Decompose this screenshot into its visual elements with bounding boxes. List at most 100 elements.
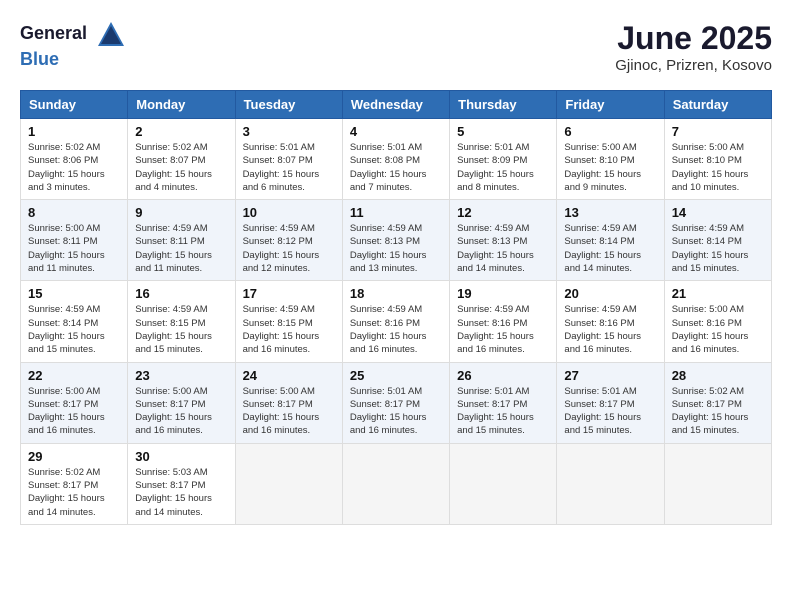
col-thursday: Thursday xyxy=(450,91,557,119)
day-number: 4 xyxy=(350,124,442,139)
logo-text: General Blue xyxy=(20,20,126,70)
calendar-subtitle: Gjinoc, Prizren, Kosovo xyxy=(615,57,772,74)
table-row: 26 Sunrise: 5:01 AMSunset: 8:17 PMDayligh… xyxy=(450,362,557,443)
day-number: 24 xyxy=(243,368,335,383)
day-number: 13 xyxy=(564,205,656,220)
table-row: 4 Sunrise: 5:01 AMSunset: 8:08 PMDaylight… xyxy=(342,119,449,200)
page-header: General Blue June 2025 Gjinoc, Prizren, … xyxy=(20,20,772,74)
col-sunday: Sunday xyxy=(21,91,128,119)
table-row: 20 Sunrise: 4:59 AMSunset: 8:16 PMDayligh… xyxy=(557,281,664,362)
table-row: 30 Sunrise: 5:03 AMSunset: 8:17 PMDayligh… xyxy=(128,443,235,524)
table-row: 2 Sunrise: 5:02 AMSunset: 8:07 PMDaylight… xyxy=(128,119,235,200)
day-info: Sunrise: 5:03 AMSunset: 8:17 PMDaylight:… xyxy=(135,466,227,519)
table-row xyxy=(557,443,664,524)
calendar-table: Sunday Monday Tuesday Wednesday Thursday… xyxy=(20,90,772,525)
day-info: Sunrise: 4:59 AMSunset: 8:14 PMDaylight:… xyxy=(564,222,656,275)
table-row: 9 Sunrise: 4:59 AMSunset: 8:11 PMDaylight… xyxy=(128,200,235,281)
calendar-week-row: 1 Sunrise: 5:02 AMSunset: 8:06 PMDaylight… xyxy=(21,119,772,200)
table-row: 24 Sunrise: 5:00 AMSunset: 8:17 PMDayligh… xyxy=(235,362,342,443)
logo: General Blue xyxy=(20,20,126,70)
day-number: 3 xyxy=(243,124,335,139)
day-number: 11 xyxy=(350,205,442,220)
table-row: 5 Sunrise: 5:01 AMSunset: 8:09 PMDaylight… xyxy=(450,119,557,200)
day-info: Sunrise: 5:01 AMSunset: 8:07 PMDaylight:… xyxy=(243,141,335,194)
day-info: Sunrise: 5:01 AMSunset: 8:09 PMDaylight:… xyxy=(457,141,549,194)
day-info: Sunrise: 5:02 AMSunset: 8:06 PMDaylight:… xyxy=(28,141,120,194)
day-number: 5 xyxy=(457,124,549,139)
title-section: June 2025 Gjinoc, Prizren, Kosovo xyxy=(615,20,772,74)
day-number: 29 xyxy=(28,449,120,464)
logo-icon xyxy=(96,20,126,50)
table-row: 29 Sunrise: 5:02 AMSunset: 8:17 PMDayligh… xyxy=(21,443,128,524)
table-row xyxy=(342,443,449,524)
day-info: Sunrise: 5:01 AMSunset: 8:17 PMDaylight:… xyxy=(350,385,442,438)
day-info: Sunrise: 5:00 AMSunset: 8:16 PMDaylight:… xyxy=(672,303,764,356)
table-row: 27 Sunrise: 5:01 AMSunset: 8:17 PMDayligh… xyxy=(557,362,664,443)
day-info: Sunrise: 5:02 AMSunset: 8:17 PMDaylight:… xyxy=(28,466,120,519)
day-info: Sunrise: 4:59 AMSunset: 8:11 PMDaylight:… xyxy=(135,222,227,275)
day-info: Sunrise: 4:59 AMSunset: 8:16 PMDaylight:… xyxy=(457,303,549,356)
day-number: 17 xyxy=(243,286,335,301)
day-info: Sunrise: 4:59 AMSunset: 8:14 PMDaylight:… xyxy=(28,303,120,356)
day-info: Sunrise: 5:00 AMSunset: 8:17 PMDaylight:… xyxy=(135,385,227,438)
day-info: Sunrise: 4:59 AMSunset: 8:13 PMDaylight:… xyxy=(350,222,442,275)
table-row: 16Sunrise: 4:59 AMSunset: 8:15 PMDayligh… xyxy=(128,281,235,362)
day-info: Sunrise: 4:59 AMSunset: 8:14 PMDaylight:… xyxy=(672,222,764,275)
day-number: 10 xyxy=(243,205,335,220)
day-number: 9 xyxy=(135,205,227,220)
table-row: 10Sunrise: 4:59 AMSunset: 8:12 PMDayligh… xyxy=(235,200,342,281)
day-number: 18 xyxy=(350,286,442,301)
day-info: Sunrise: 4:59 AMSunset: 8:15 PMDaylight:… xyxy=(243,303,335,356)
day-number: 1 xyxy=(28,124,120,139)
table-row: 8 Sunrise: 5:00 AMSunset: 8:11 PMDaylight… xyxy=(21,200,128,281)
table-row: 19 Sunrise: 4:59 AMSunset: 8:16 PMDayligh… xyxy=(450,281,557,362)
day-info: Sunrise: 4:59 AMSunset: 8:16 PMDaylight:… xyxy=(564,303,656,356)
day-info: Sunrise: 5:00 AMSunset: 8:17 PMDaylight:… xyxy=(243,385,335,438)
day-number: 2 xyxy=(135,124,227,139)
day-number: 27 xyxy=(564,368,656,383)
calendar-title: June 2025 xyxy=(615,20,772,57)
table-row: 22Sunrise: 5:00 AMSunset: 8:17 PMDayligh… xyxy=(21,362,128,443)
table-row: 17 Sunrise: 4:59 AMSunset: 8:15 PMDayligh… xyxy=(235,281,342,362)
col-tuesday: Tuesday xyxy=(235,91,342,119)
table-row: 14 Sunrise: 4:59 AMSunset: 8:14 PMDayligh… xyxy=(664,200,771,281)
day-info: Sunrise: 5:01 AMSunset: 8:17 PMDaylight:… xyxy=(457,385,549,438)
table-row: 25Sunrise: 5:01 AMSunset: 8:17 PMDayligh… xyxy=(342,362,449,443)
day-number: 20 xyxy=(564,286,656,301)
day-number: 21 xyxy=(672,286,764,301)
day-number: 15 xyxy=(28,286,120,301)
day-number: 16 xyxy=(135,286,227,301)
table-row: 18 Sunrise: 4:59 AMSunset: 8:16 PMDayligh… xyxy=(342,281,449,362)
col-wednesday: Wednesday xyxy=(342,91,449,119)
calendar-week-row: 29 Sunrise: 5:02 AMSunset: 8:17 PMDayligh… xyxy=(21,443,772,524)
col-friday: Friday xyxy=(557,91,664,119)
table-row: 28Sunrise: 5:02 AMSunset: 8:17 PMDayligh… xyxy=(664,362,771,443)
table-row: 7Sunrise: 5:00 AMSunset: 8:10 PMDaylight… xyxy=(664,119,771,200)
day-number: 19 xyxy=(457,286,549,301)
table-row xyxy=(235,443,342,524)
table-row: 21 Sunrise: 5:00 AMSunset: 8:16 PMDayligh… xyxy=(664,281,771,362)
day-info: Sunrise: 5:00 AMSunset: 8:11 PMDaylight:… xyxy=(28,222,120,275)
day-number: 14 xyxy=(672,205,764,220)
day-number: 6 xyxy=(564,124,656,139)
day-info: Sunrise: 5:01 AMSunset: 8:17 PMDaylight:… xyxy=(564,385,656,438)
day-number: 12 xyxy=(457,205,549,220)
logo-general-text: General xyxy=(20,23,87,43)
day-number: 22 xyxy=(28,368,120,383)
day-number: 30 xyxy=(135,449,227,464)
day-number: 8 xyxy=(28,205,120,220)
calendar-week-row: 15 Sunrise: 4:59 AMSunset: 8:14 PMDayligh… xyxy=(21,281,772,362)
table-row: 23 Sunrise: 5:00 AMSunset: 8:17 PMDayligh… xyxy=(128,362,235,443)
day-number: 23 xyxy=(135,368,227,383)
calendar-header-row: Sunday Monday Tuesday Wednesday Thursday… xyxy=(21,91,772,119)
calendar-week-row: 8 Sunrise: 5:00 AMSunset: 8:11 PMDaylight… xyxy=(21,200,772,281)
day-info: Sunrise: 5:01 AMSunset: 8:08 PMDaylight:… xyxy=(350,141,442,194)
table-row: 11 Sunrise: 4:59 AMSunset: 8:13 PMDayligh… xyxy=(342,200,449,281)
table-row xyxy=(664,443,771,524)
table-row: 12Sunrise: 4:59 AMSunset: 8:13 PMDayligh… xyxy=(450,200,557,281)
day-info: Sunrise: 4:59 AMSunset: 8:16 PMDaylight:… xyxy=(350,303,442,356)
day-info: Sunrise: 5:00 AMSunset: 8:10 PMDaylight:… xyxy=(672,141,764,194)
day-number: 26 xyxy=(457,368,549,383)
day-info: Sunrise: 5:02 AMSunset: 8:07 PMDaylight:… xyxy=(135,141,227,194)
col-saturday: Saturday xyxy=(664,91,771,119)
